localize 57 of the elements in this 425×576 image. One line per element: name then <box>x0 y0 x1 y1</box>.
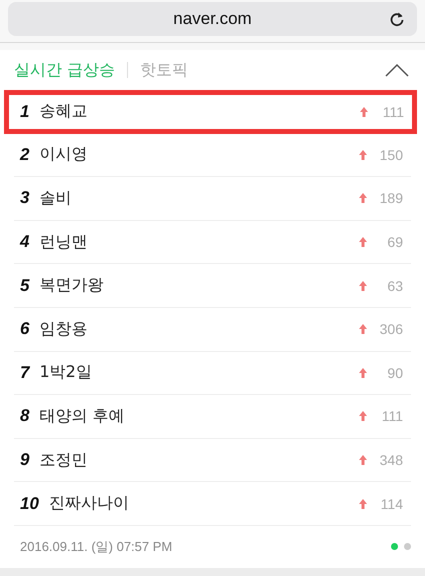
page-dot[interactable] <box>404 543 411 550</box>
page-dot[interactable] <box>391 543 398 550</box>
count-text: 111 <box>380 408 403 424</box>
up-arrow-icon <box>359 368 367 378</box>
rank-number: 4 <box>20 232 30 252</box>
rank-number: 1 <box>20 102 30 122</box>
url-text: naver.com <box>173 9 252 29</box>
collapse-icon[interactable] <box>385 63 409 77</box>
ranking-row[interactable]: 5 복면가왕 63 <box>14 264 411 308</box>
rank-number: 7 <box>20 362 30 383</box>
count-text: 63 <box>386 278 403 294</box>
count-text: 69 <box>386 234 403 250</box>
up-arrow-icon <box>359 280 367 291</box>
ranking-row[interactable]: 10 진짜사나이 114 <box>14 482 411 526</box>
up-arrow-icon <box>360 106 368 117</box>
count-text: 189 <box>378 190 403 206</box>
rank-number: 8 <box>20 406 30 426</box>
keyword-text: 임창용 <box>39 318 88 340</box>
keyword-text: 복면가왕 <box>39 275 104 296</box>
up-arrow-icon <box>359 455 367 466</box>
count-text: 306 <box>378 321 403 338</box>
rank-number: 2 <box>20 144 30 165</box>
ranking-row[interactable]: 9 조정민 348 <box>14 438 411 482</box>
count-text: 111 <box>382 104 404 120</box>
keyword-text: 이시영 <box>39 144 88 166</box>
up-arrow-icon <box>359 498 367 509</box>
keyword-text: 조정민 <box>39 450 88 471</box>
up-arrow-icon <box>359 150 367 160</box>
ranking-row[interactable]: 3 솔비 189 <box>14 177 411 221</box>
up-arrow-icon <box>359 411 367 422</box>
address-bar[interactable]: naver.com <box>8 2 417 36</box>
rank-number: 9 <box>20 450 30 470</box>
up-arrow-icon <box>359 193 367 204</box>
ranking-row[interactable]: 8 태양의 후예 111 <box>14 395 411 439</box>
keyword-text: 진짜사나이 <box>48 493 129 514</box>
count-text: 90 <box>386 364 403 381</box>
count-text: 114 <box>380 496 403 512</box>
count-text: 348 <box>378 452 403 468</box>
keyword-text: 송혜교 <box>39 101 88 122</box>
rank-number: 6 <box>20 319 30 340</box>
ranking-row[interactable]: 1 송혜교 111 <box>4 90 417 134</box>
rank-number: 10 <box>20 494 39 514</box>
keyword-text: 1박2일 <box>39 362 92 384</box>
keyword-text: 태양의 후예 <box>39 406 125 427</box>
up-arrow-icon <box>359 237 367 248</box>
count-text: 150 <box>378 146 403 163</box>
ranking-row[interactable]: 7 1박2일 90 <box>14 352 411 396</box>
ranking-row[interactable]: 6 임창용 306 <box>14 308 411 352</box>
keyword-text: 런닝맨 <box>39 232 88 253</box>
up-arrow-icon <box>359 324 367 334</box>
reload-icon[interactable] <box>389 11 405 27</box>
rank-number: 5 <box>20 276 30 296</box>
ranking-row[interactable]: 4 런닝맨 69 <box>14 220 411 264</box>
keyword-text: 솔비 <box>39 188 72 209</box>
ranking-row[interactable]: 2 이시영 150 <box>14 134 411 178</box>
timestamp: 2016.09.11. (일) 07:57 PM <box>20 538 172 556</box>
rank-number: 3 <box>20 188 30 208</box>
